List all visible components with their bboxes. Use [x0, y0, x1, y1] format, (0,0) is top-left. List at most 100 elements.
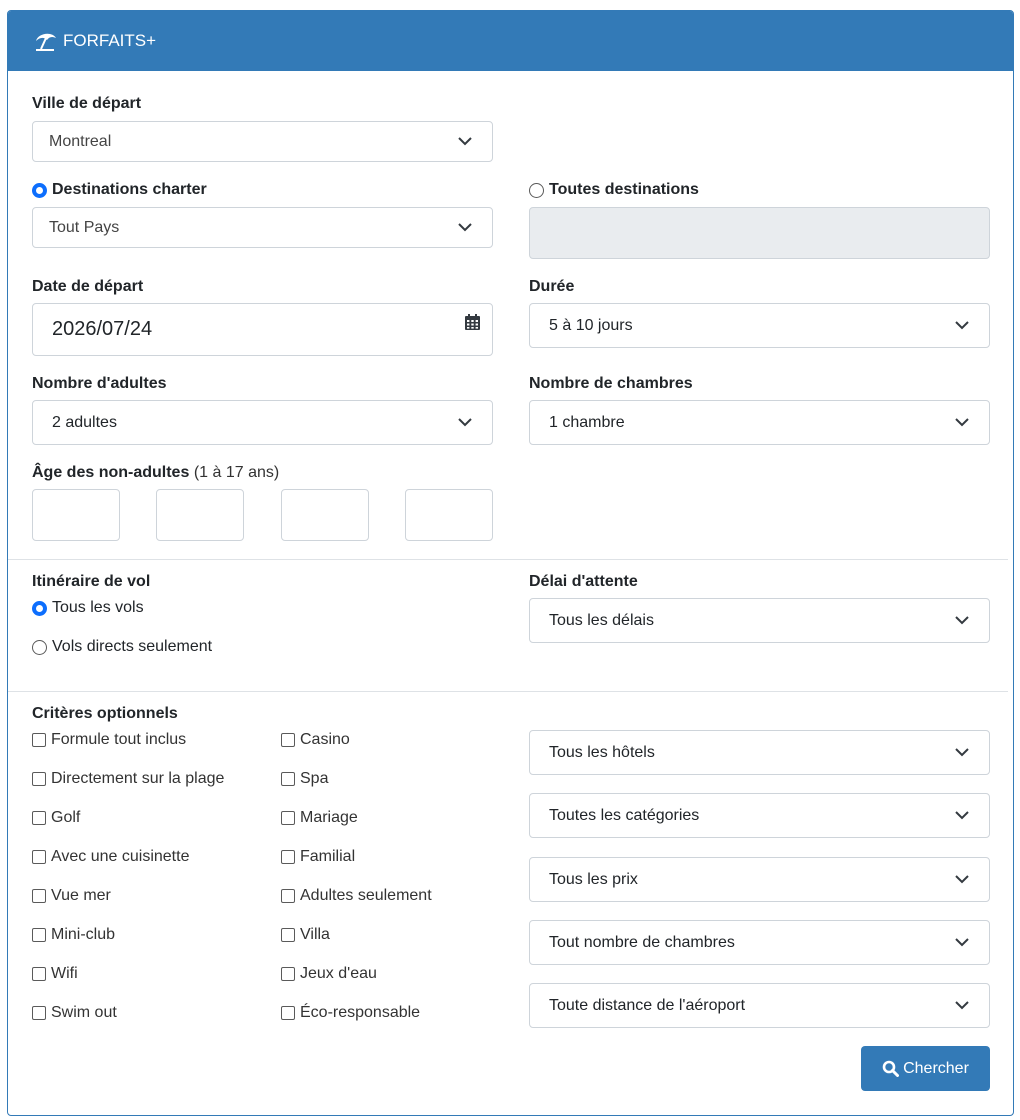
chevron-down-icon [955, 937, 969, 946]
criteria-checkbox[interactable]: Familial [281, 848, 355, 866]
child-ages-hint: (1 à 17 ans) [193, 464, 280, 481]
checkbox-icon [32, 811, 46, 825]
checkbox-icon [32, 772, 46, 786]
checkbox-icon [32, 889, 46, 903]
panel-title: FORFAITS+ [63, 31, 157, 50]
criteria-checkbox-label: Jeux d'eau [300, 965, 377, 982]
criteria-checkbox[interactable]: Formule tout inclus [32, 731, 186, 749]
criteria-checkbox[interactable]: Avec une cuisinette [32, 848, 189, 866]
chevron-down-icon [955, 615, 969, 624]
chevron-down-icon [955, 417, 969, 426]
criteria-checkbox-label: Casino [300, 731, 350, 748]
checkbox-icon [281, 772, 295, 786]
criteria-checkbox-label: Golf [51, 809, 81, 826]
criteria-checkbox[interactable]: Swim out [32, 1004, 117, 1022]
chevron-down-icon [955, 874, 969, 883]
checkbox-icon [32, 733, 46, 747]
criteria-checkbox-label: Wifi [51, 965, 78, 982]
airport-distance-select[interactable]: Toute distance de l'aéroport [529, 983, 990, 1028]
criteria-checkbox-label: Directement sur la plage [51, 770, 225, 787]
criteria-checkbox[interactable]: Mini-club [32, 926, 115, 944]
criteria-checkbox[interactable]: Éco-responsable [281, 1004, 420, 1022]
all-destinations-radio[interactable]: Toutes destinations [529, 181, 699, 199]
criteria-checkbox-label: Avec une cuisinette [51, 848, 190, 865]
checkbox-icon [281, 733, 295, 747]
departure-date-input[interactable]: 2026/07/24 [32, 303, 493, 356]
section-divider [8, 559, 1008, 560]
delay-value: Tous les délais [549, 611, 654, 629]
checkbox-icon [281, 850, 295, 864]
chevron-down-icon [955, 810, 969, 819]
checkbox-icon [32, 850, 46, 864]
criteria-checkbox[interactable]: Jeux d'eau [281, 965, 377, 983]
charter-destination-select[interactable]: Tout Pays [32, 207, 493, 248]
child-age-input-1[interactable] [32, 489, 120, 541]
criteria-checkbox[interactable]: Villa [281, 926, 330, 944]
criteria-checkbox[interactable]: Golf [32, 809, 80, 827]
adults-value: 2 adultes [52, 413, 117, 431]
adults-select[interactable]: 2 adultes [32, 400, 493, 445]
search-button[interactable]: Chercher [861, 1046, 990, 1091]
room-count-select[interactable]: Tout nombre de chambres [529, 920, 990, 965]
criteria-checkbox[interactable]: Adultes seulement [281, 887, 432, 905]
charter-destinations-radio[interactable]: Destinations charter [32, 181, 207, 199]
child-ages-label-row: Âge des non-adultes (1 à 17 ans) [32, 464, 279, 482]
criteria-checkbox[interactable]: Spa [281, 770, 328, 788]
checkbox-icon [281, 811, 295, 825]
departure-city-label: Ville de départ [32, 95, 142, 112]
radio-checked-icon [32, 600, 47, 616]
child-age-input-3[interactable] [281, 489, 369, 541]
criteria-checkbox-label: Vue mer [51, 887, 111, 904]
criteria-checkbox-label: Éco-responsable [300, 1004, 421, 1021]
criteria-checkbox[interactable]: Directement sur la plage [32, 770, 224, 788]
room-count-value: Tout nombre de chambres [549, 933, 735, 951]
hotels-select[interactable]: Tous les hôtels [529, 730, 990, 775]
rooms-value: 1 chambre [549, 413, 625, 431]
radio-unchecked-icon [32, 639, 47, 655]
delay-select[interactable]: Tous les délais [529, 598, 990, 643]
criteria-checkbox[interactable]: Vue mer [32, 887, 111, 905]
checkbox-icon [281, 967, 295, 981]
criteria-checkbox-label: Swim out [51, 1004, 117, 1021]
all-destinations-label: Toutes destinations [549, 181, 699, 198]
duration-value: 5 à 10 jours [549, 316, 633, 334]
chevron-down-icon [955, 1000, 969, 1009]
radio-unchecked-icon [529, 182, 544, 198]
direct-flights-radio[interactable]: Vols directs seulement [32, 638, 212, 656]
checkbox-icon [32, 928, 46, 942]
categories-value: Toutes les catégories [549, 806, 700, 824]
adults-label: Nombre d'adultes [32, 375, 167, 392]
criteria-checkbox[interactable]: Wifi [32, 965, 78, 983]
child-age-input-4[interactable] [405, 489, 493, 541]
panel-header: FORFAITS+ [8, 11, 1013, 71]
checkbox-icon [32, 1006, 46, 1020]
duration-select[interactable]: 5 à 10 jours [529, 303, 990, 348]
prices-select[interactable]: Tous les prix [529, 857, 990, 902]
charter-destinations-label: Destinations charter [52, 181, 207, 198]
criteria-checkbox-label: Mariage [300, 809, 358, 826]
rooms-label: Nombre de chambres [529, 375, 693, 392]
criteria-checkbox[interactable]: Casino [281, 731, 350, 749]
search-button-label: Chercher [903, 1059, 969, 1077]
checkbox-icon [281, 1006, 295, 1020]
criteria-checkbox-label: Spa [300, 770, 329, 787]
checkbox-icon [281, 928, 295, 942]
rooms-select[interactable]: 1 chambre [529, 400, 990, 445]
criteria-checkbox[interactable]: Mariage [281, 809, 358, 827]
departure-city-value: Montreal [49, 132, 112, 150]
categories-select[interactable]: Toutes les catégories [529, 793, 990, 838]
all-flights-radio[interactable]: Tous les vols [32, 599, 144, 617]
search-icon [882, 1060, 900, 1077]
beach-umbrella-icon [36, 33, 56, 51]
radio-checked-icon [32, 182, 47, 198]
chevron-down-icon [458, 136, 472, 145]
airport-distance-value: Toute distance de l'aéroport [549, 996, 746, 1014]
section-divider [8, 691, 1008, 692]
chevron-down-icon [955, 747, 969, 756]
calendar-icon[interactable] [465, 314, 480, 330]
prices-value: Tous les prix [549, 870, 638, 888]
delay-label: Délai d'attente [529, 573, 638, 590]
departure-city-select[interactable]: Montreal [32, 121, 493, 162]
child-age-input-2[interactable] [156, 489, 244, 541]
hotels-value: Tous les hôtels [549, 743, 655, 761]
